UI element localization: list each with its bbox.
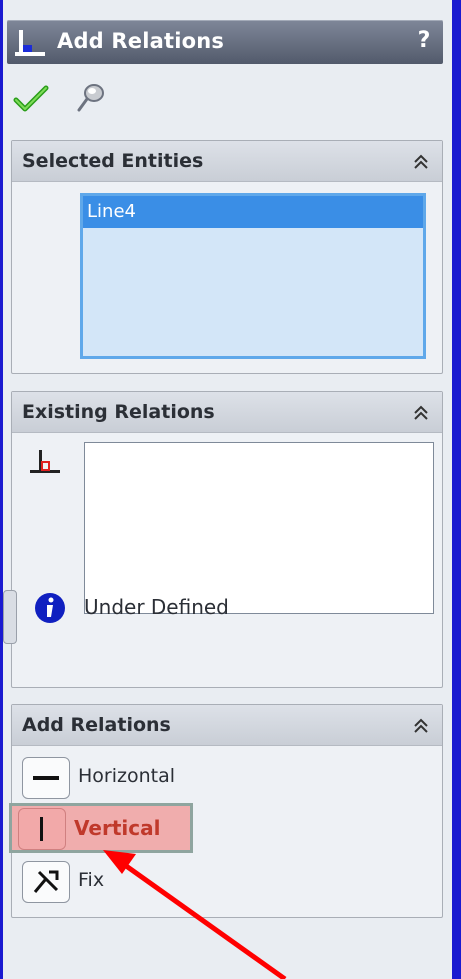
horizontal-icon (33, 776, 59, 780)
side-collapse-tab[interactable] (3, 590, 17, 644)
group-header[interactable]: Selected Entities (12, 141, 442, 182)
horizontal-button[interactable] (22, 757, 70, 799)
group-title: Selected Entities (22, 150, 204, 172)
fix-icon (33, 870, 59, 893)
selected-entities-group: Selected Entities Line4 (11, 140, 443, 374)
collapse-chevron-icon[interactable] (410, 402, 432, 424)
relation-icon (30, 450, 60, 473)
existing-relations-list[interactable] (84, 442, 434, 614)
collapse-chevron-icon[interactable] (410, 715, 432, 737)
vertical-icon (40, 817, 43, 841)
group-header[interactable]: Add Relations (12, 705, 442, 746)
vertical-button[interactable] (18, 808, 66, 850)
checkmark-icon[interactable] (13, 84, 49, 114)
relation-label: Fix (78, 869, 105, 891)
status-text: Under Defined (84, 595, 229, 619)
relation-label: Horizontal (78, 765, 176, 787)
help-button[interactable]: ? (411, 27, 437, 55)
collapse-chevron-icon[interactable] (410, 151, 432, 173)
relation-horizontal[interactable]: Horizontal (16, 755, 216, 799)
group-title: Add Relations (22, 714, 171, 736)
info-icon (35, 593, 65, 623)
title-bar: Add Relations ? (7, 20, 443, 64)
fix-button[interactable] (22, 861, 70, 903)
add-relations-group: Add Relations Horizontal Vertical Fix (9, 704, 443, 918)
selected-entities-list[interactable]: Line4 (80, 193, 426, 359)
relation-fix[interactable]: Fix (16, 859, 216, 903)
relation-vertical[interactable]: Vertical (9, 803, 193, 853)
pushpin-icon[interactable] (73, 82, 107, 114)
group-title: Existing Relations (22, 401, 215, 423)
relation-label: Vertical (74, 816, 161, 840)
existing-relations-group: Existing Relations Under Defined (11, 391, 443, 688)
list-item[interactable]: Line4 (83, 196, 423, 228)
panel-title: Add Relations (57, 29, 225, 53)
property-manager-panel: Add Relations ? Selected Entities Line4 … (3, 0, 452, 979)
group-header[interactable]: Existing Relations (12, 392, 442, 433)
add-relation-icon (15, 30, 45, 56)
